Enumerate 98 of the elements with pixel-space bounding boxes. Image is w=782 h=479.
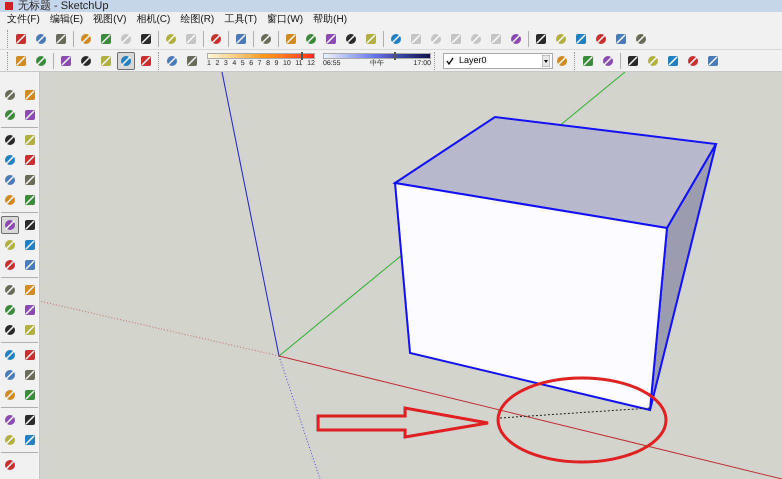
tool-icon	[34, 54, 48, 68]
tool-icon	[22, 283, 36, 297]
tool-icon	[555, 54, 569, 68]
tool-icon	[184, 32, 198, 46]
slider-thumb[interactable]	[394, 52, 396, 60]
tool-icon	[3, 303, 17, 317]
tool-icon	[3, 413, 17, 427]
tool-icon	[3, 283, 17, 297]
tool-icon	[79, 32, 93, 46]
tool-icon	[581, 54, 595, 68]
tool-icon	[626, 54, 640, 68]
tool-icon	[14, 32, 28, 46]
menu-item[interactable]: 编辑(E)	[44, 12, 88, 28]
tool-icon	[14, 54, 28, 68]
tool-icon	[634, 32, 648, 46]
tool-icon	[449, 32, 463, 46]
tool-icon	[3, 218, 17, 232]
tool-icon	[3, 433, 17, 447]
tool-icon	[99, 54, 113, 68]
tool-icon	[469, 32, 483, 46]
tool-icon	[22, 238, 36, 252]
tool-icon	[601, 54, 615, 68]
menu-item[interactable]: 绘图(R)	[175, 12, 220, 28]
tool-icon	[429, 32, 443, 46]
tool-icon	[284, 32, 298, 46]
tool-icon	[119, 54, 133, 68]
tool-icon	[164, 32, 178, 46]
tool-icon	[574, 32, 588, 46]
month-slider[interactable]	[207, 53, 315, 59]
tool-icon	[3, 258, 17, 272]
layer-dropdown[interactable]: Layer0	[443, 52, 553, 68]
tool-icon	[22, 303, 36, 317]
tool-icon	[209, 32, 223, 46]
tool-icon	[22, 88, 36, 102]
menu-item[interactable]: 工具(T)	[219, 12, 262, 28]
tool-icon	[324, 32, 338, 46]
app-logo-icon	[4, 1, 14, 11]
tool-icon	[119, 32, 133, 46]
tool-icon	[22, 368, 36, 382]
tool-icon	[165, 54, 179, 68]
tool-icon	[554, 32, 568, 46]
tool-icon	[22, 193, 36, 207]
tool-icon	[34, 32, 48, 46]
menu-item[interactable]: 窗口(W)	[262, 12, 308, 28]
tool-icon	[489, 32, 503, 46]
tool-icon	[139, 32, 153, 46]
tool-icon	[389, 32, 403, 46]
menu-item[interactable]: 帮助(H)	[308, 12, 352, 28]
tool-icon	[3, 238, 17, 252]
tool-icon	[22, 218, 36, 232]
tool-icon	[594, 32, 608, 46]
tool-icon	[22, 413, 36, 427]
tool-icon	[3, 368, 17, 382]
tool-icon	[22, 133, 36, 147]
tool-icon	[3, 108, 17, 122]
tool-icon	[3, 153, 17, 167]
tool-icon	[3, 88, 17, 102]
tool-icon	[509, 32, 523, 46]
tool-icon	[646, 54, 660, 68]
caret-icon	[542, 54, 550, 66]
tool-icon	[614, 32, 628, 46]
tool-icon	[686, 54, 700, 68]
tool-icon	[22, 173, 36, 187]
tool-icon	[22, 108, 36, 122]
slider-thumb[interactable]	[301, 52, 304, 60]
tool-icon	[139, 54, 153, 68]
tool-icon	[79, 54, 93, 68]
tool-icon	[3, 348, 17, 362]
tool-icon	[666, 54, 680, 68]
tool-icon	[259, 32, 273, 46]
tool-icon	[234, 32, 248, 46]
tool-icon	[22, 153, 36, 167]
menu-item[interactable]: 文件(F)	[2, 12, 45, 28]
window-title: 无标题 - SketchUp	[18, 0, 108, 12]
tool-icon	[706, 54, 720, 68]
tool-icon	[304, 32, 318, 46]
tool-icon	[3, 388, 17, 402]
tool-icon	[3, 323, 17, 337]
tool-icon	[3, 133, 17, 147]
menu-item[interactable]: 视图(V)	[88, 12, 132, 28]
tool-icon	[3, 173, 17, 187]
tool-icon	[185, 54, 199, 68]
tool-icon	[364, 32, 378, 46]
tool-icon	[409, 32, 423, 46]
tool-icon	[22, 388, 36, 402]
tool-icon	[3, 458, 17, 472]
tool-icon	[344, 32, 358, 46]
tool-icon	[22, 348, 36, 362]
menu-item[interactable]: 相机(C)	[131, 12, 176, 28]
tool-icon	[22, 433, 36, 447]
tool-icon	[534, 32, 548, 46]
tool-icon	[59, 54, 73, 68]
tool-icon	[3, 193, 17, 207]
tool-icon	[22, 258, 36, 272]
tool-icon	[99, 32, 113, 46]
time-slider[interactable]	[323, 53, 431, 59]
tool-icon	[22, 323, 36, 337]
tool-icon	[54, 32, 68, 46]
